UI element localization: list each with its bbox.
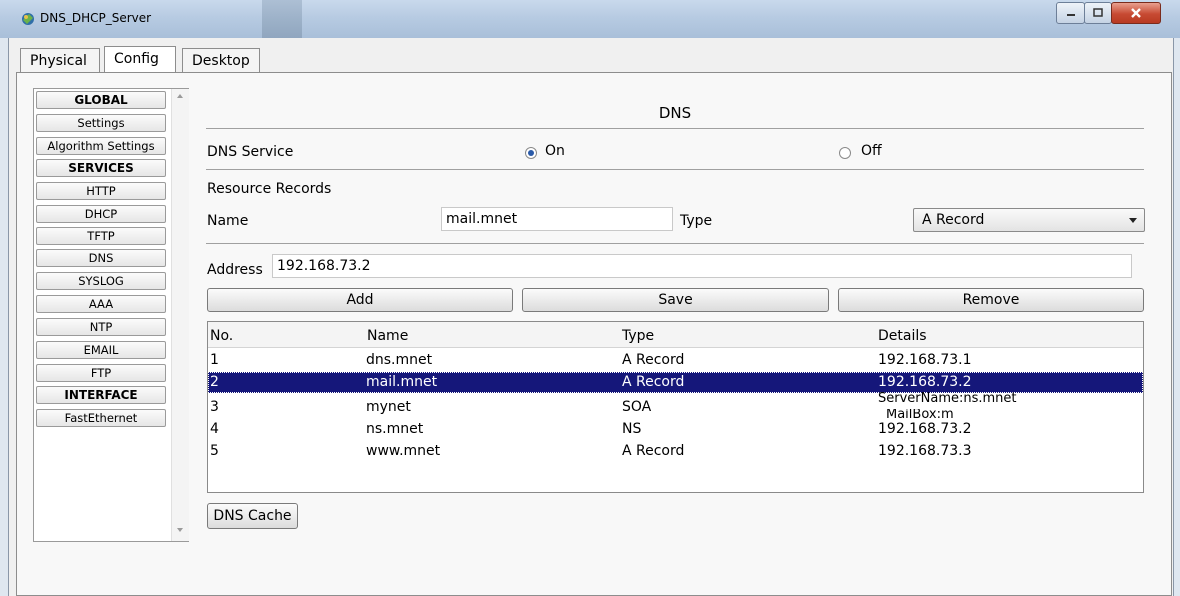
type-select[interactable]: A Record — [913, 208, 1145, 232]
scroll-down-icon[interactable] — [176, 527, 184, 533]
dns-off-radio[interactable] — [839, 147, 851, 159]
row-name: dns.mnet — [366, 352, 433, 368]
row-name: mail.mnet — [366, 374, 438, 390]
row-type: SOA — [622, 399, 652, 415]
title-bar-glass — [262, 0, 302, 38]
row-details: 192.168.73.3 — [878, 443, 972, 459]
table-row[interactable] — [208, 421, 1143, 442]
row-name: ns.mnet — [366, 421, 424, 437]
sidebar-header-services: SERVICES — [36, 159, 166, 177]
sidebar-item-settings[interactable]: Settings — [36, 114, 166, 132]
table-header — [208, 322, 1143, 348]
tab-physical[interactable]: Physical — [20, 48, 100, 72]
address-label: Address — [207, 262, 263, 278]
column-header-no[interactable]: No. — [210, 328, 233, 344]
divider — [206, 128, 1144, 129]
dns-on-label[interactable]: On — [545, 143, 565, 159]
divider — [206, 169, 1144, 170]
column-header-details[interactable]: Details — [878, 328, 927, 344]
column-header-name[interactable]: Name — [367, 328, 408, 344]
maximize-button[interactable] — [1084, 2, 1112, 24]
sidebar-list — [33, 88, 189, 542]
sidebar-header-global: GLOBAL — [36, 91, 166, 109]
sidebar-scrollbar[interactable] — [171, 89, 189, 541]
row-no: 2 — [210, 374, 219, 390]
address-input[interactable]: 192.168.73.2 — [272, 254, 1132, 278]
sidebar-item-tftp[interactable]: TFTP — [36, 227, 166, 245]
sidebar-item-dhcp[interactable]: DHCP — [36, 205, 166, 223]
row-type: A Record — [622, 443, 685, 459]
minimize-button[interactable] — [1056, 2, 1085, 24]
sidebar-item-algorithm-settings[interactable]: Algorithm Settings — [36, 137, 166, 155]
add-button[interactable]: Add — [207, 288, 513, 312]
sidebar-item-fastethernet[interactable]: FastEthernet — [36, 409, 166, 427]
row-details-line2: MailBox:m — [886, 409, 954, 419]
close-button[interactable] — [1111, 2, 1161, 24]
tab-desktop[interactable]: Desktop — [182, 48, 260, 72]
close-icon — [1131, 8, 1141, 18]
row-type: NS — [622, 421, 642, 437]
app-icon — [22, 13, 34, 25]
dns-service-label: DNS Service — [207, 144, 294, 160]
sidebar-item-email[interactable]: EMAIL — [36, 341, 166, 359]
dns-off-label[interactable]: Off — [861, 143, 882, 159]
row-details: 192.168.73.2 — [878, 421, 972, 437]
dns-on-radio[interactable] — [525, 147, 537, 159]
dns-cache-button[interactable]: DNS Cache — [207, 503, 298, 529]
page-title: DNS — [658, 104, 692, 122]
row-details: 192.168.73.1 — [878, 352, 972, 368]
row-name: mynet — [366, 399, 411, 415]
divider — [206, 243, 1144, 244]
row-details: 192.168.73.2 — [878, 374, 972, 390]
row-no: 1 — [210, 352, 219, 368]
sidebar-item-aaa[interactable]: AAA — [36, 295, 166, 313]
sidebar-item-http[interactable]: HTTP — [36, 182, 166, 200]
row-name: www.mnet — [366, 443, 441, 459]
tab-config[interactable]: Config — [104, 46, 176, 72]
sidebar-item-syslog[interactable]: SYSLOG — [36, 272, 166, 290]
row-type: A Record — [622, 374, 685, 390]
type-label: Type — [680, 213, 713, 229]
sidebar-header-interface: INTERFACE — [36, 386, 166, 404]
column-header-type[interactable]: Type — [622, 328, 654, 344]
minimize-icon — [1066, 14, 1075, 16]
row-no: 3 — [210, 399, 219, 415]
scroll-up-icon[interactable] — [176, 93, 184, 99]
name-input[interactable]: mail.mnet — [441, 207, 673, 231]
sidebar-item-ftp[interactable]: FTP — [36, 364, 166, 382]
maximize-icon — [1093, 8, 1103, 17]
remove-button[interactable]: Remove — [838, 288, 1144, 312]
row-no: 4 — [210, 421, 219, 437]
row-type: A Record — [622, 352, 685, 368]
type-select-value: A Record — [922, 212, 985, 228]
window-title: DNS_DHCP_Server — [40, 11, 152, 25]
sidebar-item-dns[interactable]: DNS — [36, 249, 166, 267]
resource-records-label: Resource Records — [207, 181, 332, 197]
row-no: 5 — [210, 443, 219, 459]
save-button[interactable]: Save — [522, 288, 829, 312]
chevron-down-icon — [1129, 218, 1137, 223]
sidebar-item-ntp[interactable]: NTP — [36, 318, 166, 336]
row-details: ServerName:ns.mnet — [878, 391, 1017, 406]
title-bar — [0, 0, 1180, 38]
name-label: Name — [207, 213, 249, 229]
